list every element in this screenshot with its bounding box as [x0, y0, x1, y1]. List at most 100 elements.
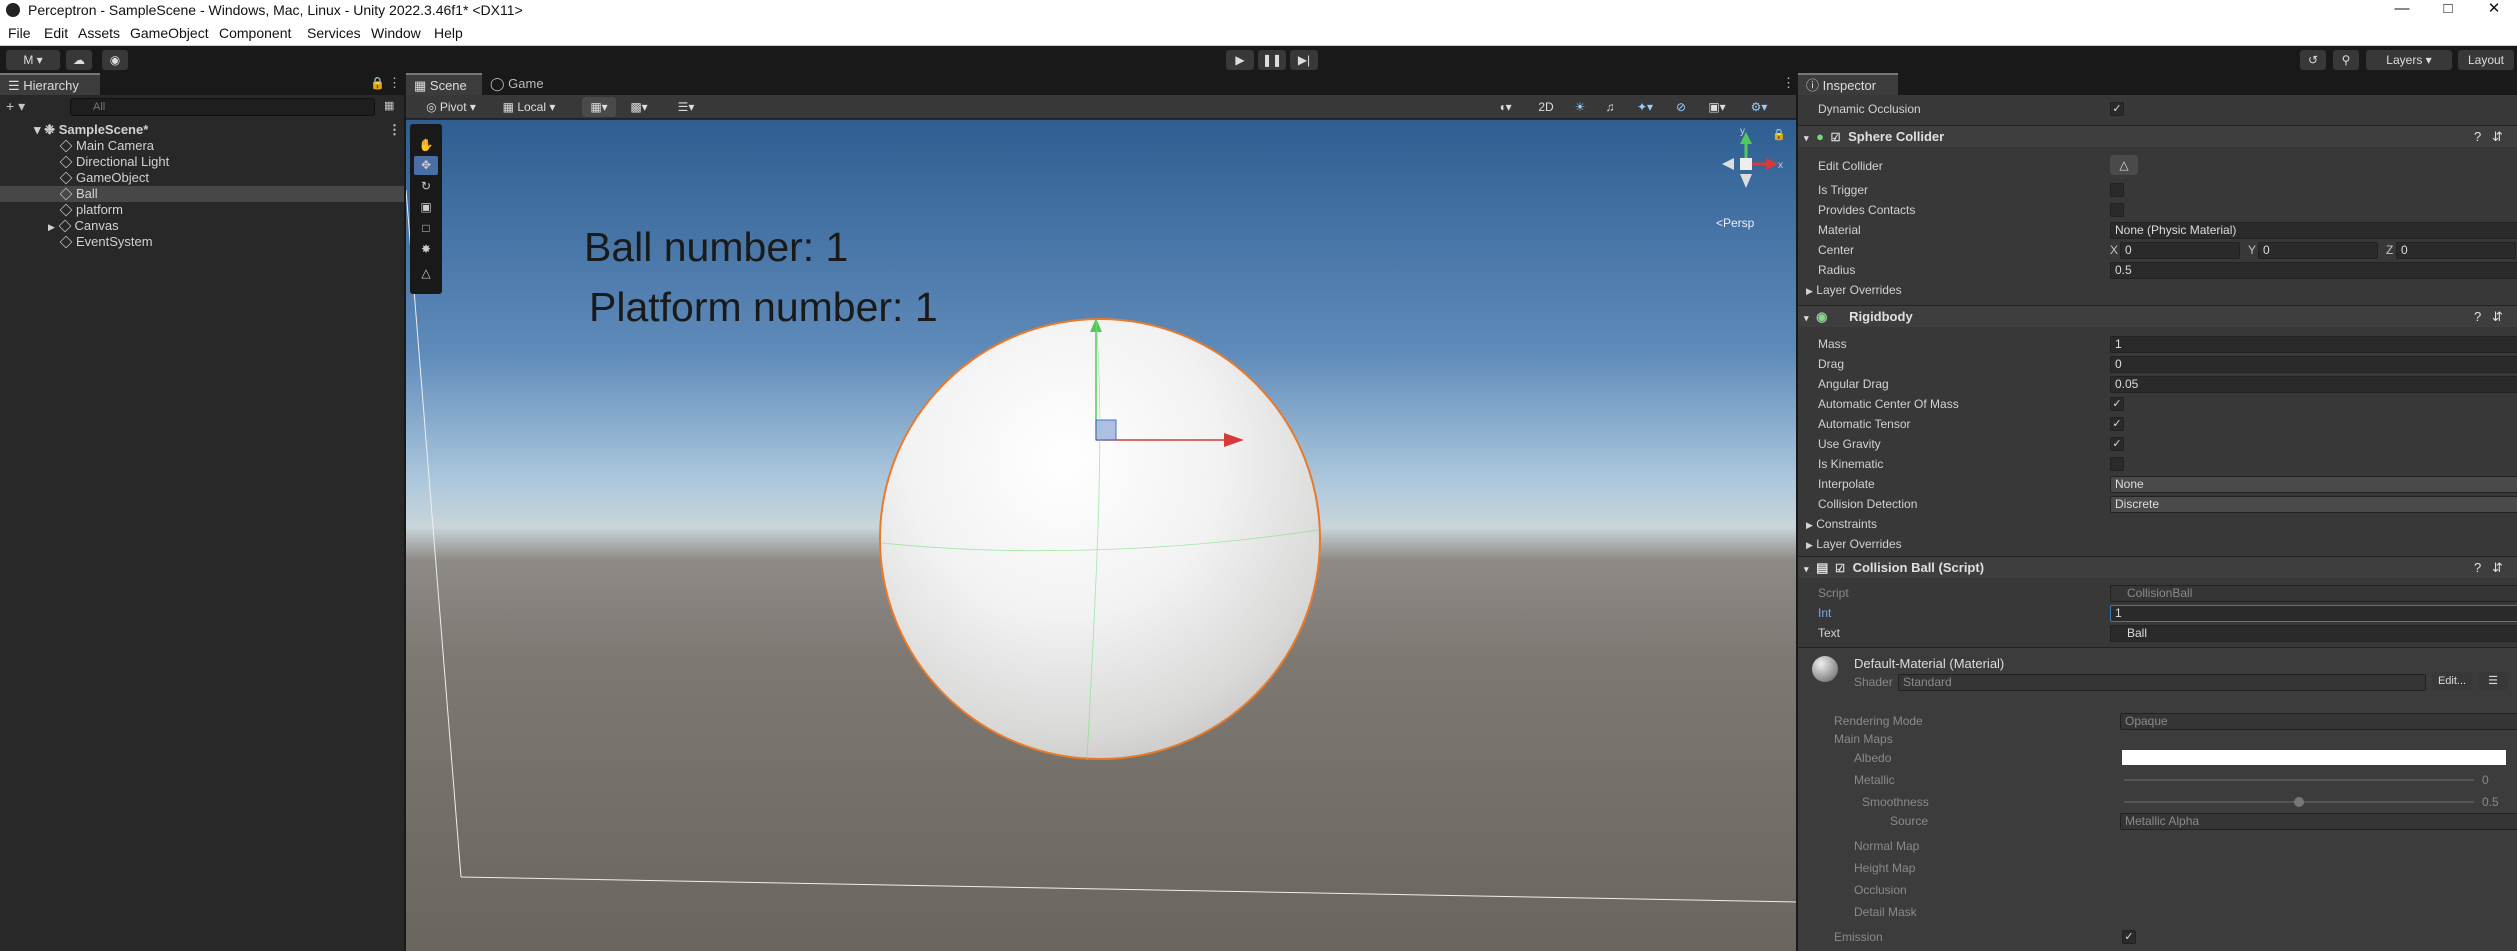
settings-icon[interactable]: ⇵: [2492, 306, 2503, 328]
expand-arrow-icon[interactable]: ▾: [34, 122, 41, 137]
hierarchy-item-ball[interactable]: Ball: [0, 186, 404, 202]
metallic-value[interactable]: 0: [2482, 771, 2489, 789]
menu-window[interactable]: Window: [371, 25, 421, 41]
menu-services[interactable]: Services: [307, 25, 361, 41]
layers-dropdown[interactable]: Layers ▾: [2366, 50, 2452, 70]
rigidbody-header[interactable]: ▾ ◉ Rigidbody ? ⇵: [1798, 305, 2517, 327]
edit-collider-button[interactable]: △: [2110, 155, 2138, 175]
settings-icon[interactable]: ⇵: [2492, 557, 2503, 579]
shader-menu-icon[interactable]: ☰: [2478, 672, 2508, 690]
source-dropdown[interactable]: Metallic Alpha: [2120, 813, 2517, 830]
custom-tool-icon[interactable]: △: [414, 264, 438, 283]
menu-gameobject[interactable]: GameObject: [130, 25, 209, 41]
constraints-foldout[interactable]: ▶ Constraints: [1806, 515, 1877, 534]
tab-inspector[interactable]: ⓘ Inspector: [1798, 73, 1898, 95]
menu-component[interactable]: Component: [219, 25, 291, 41]
material-field[interactable]: None (Physic Material): [2110, 222, 2517, 239]
pivot-dropdown[interactable]: ◎ Pivot ▾: [420, 97, 482, 117]
close-button[interactable]: ✕: [2471, 0, 2517, 20]
text-field[interactable]: Ball: [2110, 625, 2517, 642]
drag-field[interactable]: 0: [2110, 356, 2517, 373]
local-dropdown[interactable]: ▦ Local ▾: [496, 97, 562, 117]
albedo-color-swatch[interactable]: [2122, 750, 2506, 765]
camera-settings-icon[interactable]: ▣▾: [1700, 97, 1734, 117]
layer-overrides-foldout[interactable]: ▶ Layer Overrides: [1806, 281, 1902, 300]
scene-row[interactable]: ▾ ❉ SampleScene* ⋮: [0, 122, 404, 138]
rotate-tool-icon[interactable]: ↻: [414, 177, 438, 196]
grid-snap-icon[interactable]: ▦▾: [582, 97, 616, 117]
layout-dropdown[interactable]: Layout: [2458, 50, 2514, 70]
foldout-icon[interactable]: ▾: [1804, 313, 1809, 323]
menu-assets[interactable]: Assets: [78, 25, 120, 41]
rendering-mode-dropdown[interactable]: Opaque: [2120, 713, 2517, 730]
transform-tool-icon[interactable]: ✸: [414, 240, 438, 259]
hierarchy-item-directional-light[interactable]: Directional Light: [0, 154, 404, 170]
auto-tensor-checkbox[interactable]: ✓: [2110, 417, 2124, 431]
menu-help[interactable]: Help: [434, 25, 463, 41]
tab-scene[interactable]: ▦ Scene: [406, 73, 482, 95]
lock-icon[interactable]: 🔒: [370, 76, 385, 90]
scene-viewport[interactable]: Ball number: 1 Platform number: 1 ✋ ✥ ↻ …: [406, 120, 1796, 951]
draw-mode-icon[interactable]: ◖▾: [1488, 97, 1522, 117]
hierarchy-item-gameobject[interactable]: GameObject: [0, 170, 404, 186]
audio-icon[interactable]: ♫: [1598, 97, 1622, 117]
rb-layer-overrides-foldout[interactable]: ▶ Layer Overrides: [1806, 535, 1902, 554]
enabled-checkbox[interactable]: ☑: [1831, 132, 1841, 144]
enabled-checkbox[interactable]: ☑: [1835, 563, 1845, 575]
hierarchy-item-eventsystem[interactable]: EventSystem: [0, 234, 404, 250]
smoothness-slider[interactable]: [2124, 797, 2474, 807]
search-icon[interactable]: ⚲: [2333, 50, 2359, 70]
cloud-icon[interactable]: ☁: [66, 50, 92, 70]
filter-icon[interactable]: ▦: [384, 99, 394, 112]
step-button[interactable]: ▶|: [1290, 50, 1318, 70]
dynamic-occlusion-checkbox[interactable]: ✓: [2110, 102, 2124, 116]
mode-2d-button[interactable]: 2D: [1532, 97, 1560, 117]
auto-com-checkbox[interactable]: ✓: [2110, 397, 2124, 411]
tab-hierarchy[interactable]: ☰ Hierarchy: [0, 73, 100, 95]
is-kinematic-checkbox[interactable]: [2110, 457, 2124, 471]
provides-contacts-checkbox[interactable]: [2110, 203, 2124, 217]
play-button[interactable]: ▶: [1226, 50, 1254, 70]
gizmos-icon[interactable]: ⚙▾: [1740, 97, 1778, 117]
smoothness-slider-thumb[interactable]: [2294, 797, 2304, 807]
snap-increment-icon[interactable]: ▩▾: [622, 97, 656, 117]
hierarchy-search-input[interactable]: All: [70, 98, 375, 116]
history-icon[interactable]: ↺: [2300, 50, 2326, 70]
more-menu-icon[interactable]: ⋮: [388, 75, 401, 91]
scene-more-icon[interactable]: ⋮: [1782, 75, 1795, 91]
maximize-button[interactable]: □: [2425, 0, 2471, 20]
collision-ball-script-header[interactable]: ▾ ▤ ☑ Collision Ball (Script) ? ⇵: [1798, 556, 2517, 578]
angular-drag-field[interactable]: 0.05: [2110, 376, 2517, 393]
menu-file[interactable]: File: [8, 25, 31, 41]
center-z-field[interactable]: 0: [2396, 242, 2516, 259]
foldout-icon[interactable]: ▾: [1804, 564, 1809, 574]
lighting-icon[interactable]: ☀: [1568, 97, 1592, 117]
rect-tool-icon[interactable]: □: [414, 219, 438, 238]
gizmo-lock-icon[interactable]: 🔒: [1772, 128, 1786, 141]
minimize-button[interactable]: —: [2379, 0, 2425, 20]
pause-button[interactable]: ❚❚: [1258, 50, 1286, 70]
expand-arrow-icon[interactable]: ▶: [48, 222, 55, 232]
scale-tool-icon[interactable]: ▣: [414, 198, 438, 217]
scene-menu-icon[interactable]: ⋮: [388, 122, 401, 138]
interpolate-dropdown[interactable]: None: [2110, 476, 2517, 493]
help-icon[interactable]: ?: [2474, 306, 2481, 328]
hierarchy-item-canvas[interactable]: ▶ Canvas: [0, 218, 404, 234]
tab-game[interactable]: ◯ Game: [490, 76, 544, 92]
center-y-field[interactable]: 0: [2258, 242, 2378, 259]
hidden-objects-icon[interactable]: ⊘: [1668, 97, 1694, 117]
shader-edit-button[interactable]: Edit...: [2432, 672, 2472, 690]
hand-tool-icon[interactable]: ✋: [414, 136, 438, 155]
sphere-collider-header[interactable]: ▾ ● ☑ Sphere Collider ? ⇵: [1798, 125, 2517, 147]
is-trigger-checkbox[interactable]: [2110, 183, 2124, 197]
center-x-field[interactable]: 0: [2120, 242, 2240, 259]
mass-field[interactable]: 1: [2110, 336, 2517, 353]
collision-detection-dropdown[interactable]: Discrete: [2110, 496, 2517, 513]
grid-visibility-icon[interactable]: ☰▾: [668, 97, 704, 117]
collab-icon[interactable]: ◉: [102, 50, 128, 70]
persp-label[interactable]: <Persp: [1716, 216, 1754, 230]
move-gizmo[interactable]: [406, 120, 1796, 951]
shader-dropdown[interactable]: Standard: [1898, 674, 2426, 691]
move-tool-icon[interactable]: ✥: [414, 156, 438, 175]
account-dropdown[interactable]: M ▾: [6, 50, 60, 70]
